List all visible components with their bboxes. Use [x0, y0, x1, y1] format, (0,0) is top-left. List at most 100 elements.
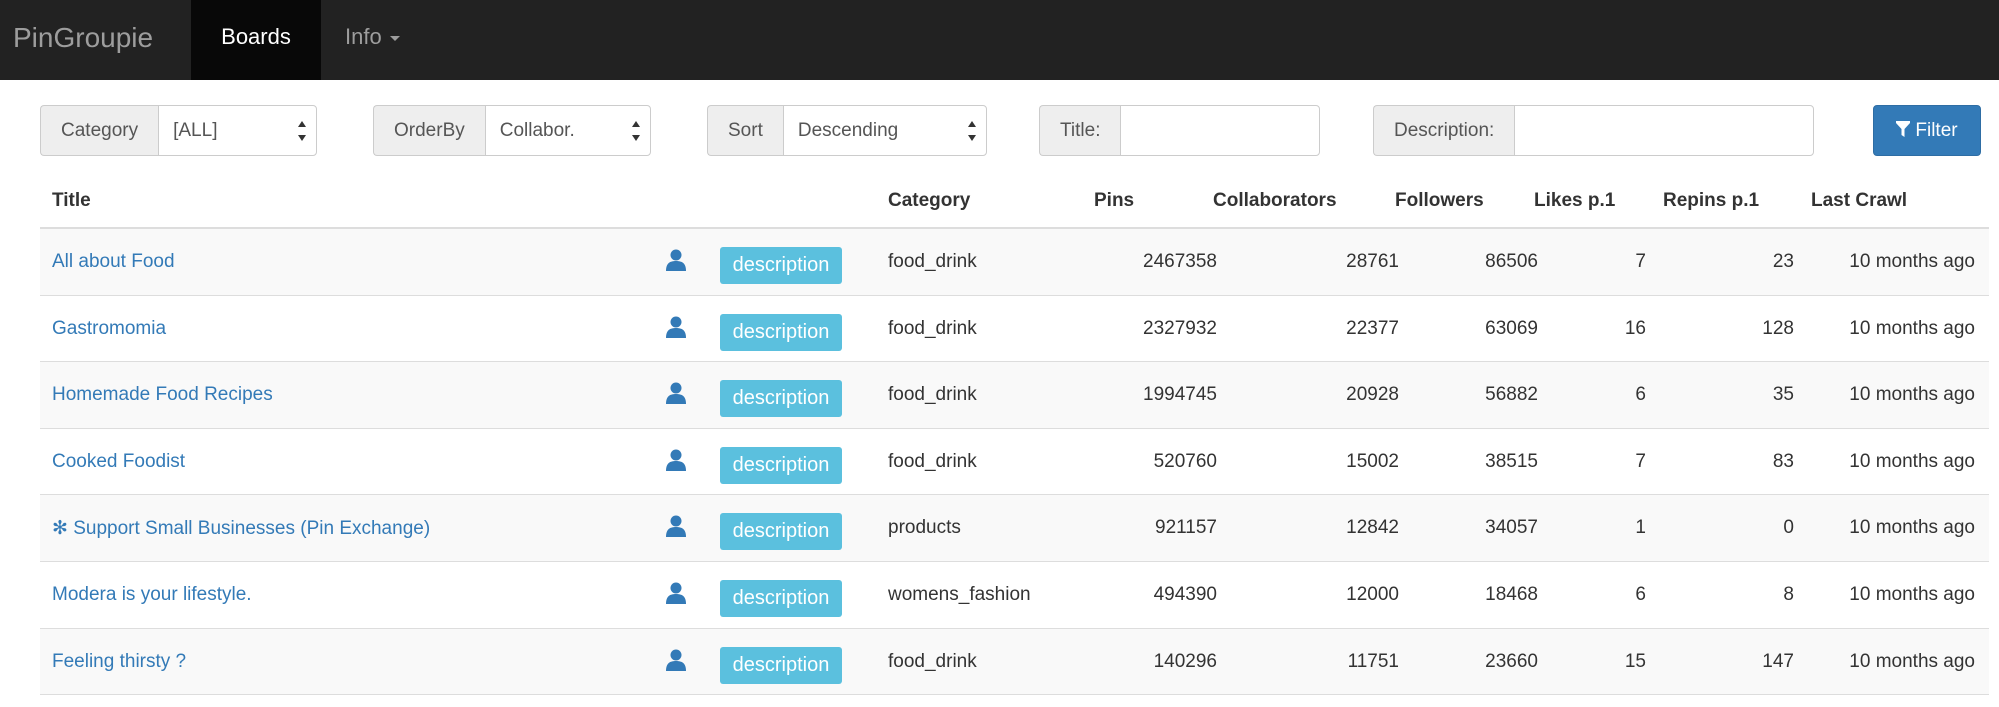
table-row: ✻ Support Small Businesses (Pin Exchange…	[40, 495, 1989, 562]
table-header: Title Category Pins Collaborators Follow…	[40, 176, 1989, 229]
table-row: Homemade Food Recipes description food_d…	[40, 362, 1989, 429]
last-crawl-cell: 10 months ago	[1849, 450, 1975, 472]
orderby-label: OrderBy	[373, 105, 485, 156]
orderby-filter: OrderBy Collabor.	[373, 105, 651, 156]
collaborators-cell: 11751	[1347, 650, 1399, 672]
category-cell: food_drink	[888, 251, 977, 272]
user-icon[interactable]	[666, 582, 686, 604]
followers-cell: 56882	[1485, 384, 1538, 406]
user-icon[interactable]	[666, 316, 686, 338]
user-icon[interactable]	[666, 449, 686, 471]
header-likes[interactable]: Likes p.1	[1534, 190, 1615, 212]
category-filter: Category [ALL]	[40, 105, 318, 156]
last-crawl-cell: 10 months ago	[1849, 317, 1975, 339]
followers-cell: 38515	[1485, 450, 1538, 472]
description-badge[interactable]: description	[720, 446, 842, 484]
title-filter-label: Title:	[1039, 105, 1121, 156]
repins-cell: 0	[1783, 517, 1794, 539]
sort-select[interactable]: Descending	[782, 105, 987, 156]
last-crawl-cell: 10 months ago	[1849, 251, 1975, 272]
description-filter: Description:	[1373, 105, 1815, 156]
description-filter-label: Description:	[1373, 105, 1515, 156]
category-cell: food_drink	[888, 450, 977, 472]
collaborators-cell: 22377	[1346, 317, 1399, 339]
table-row: All about Food description food_drink 24…	[40, 229, 1989, 296]
category-cell: food_drink	[888, 317, 977, 339]
nav-item-info[interactable]: Info	[345, 0, 400, 80]
collaborators-cell: 28761	[1346, 251, 1399, 272]
description-badge[interactable]: description	[720, 380, 842, 418]
user-icon[interactable]	[666, 249, 686, 271]
user-icon[interactable]	[666, 515, 686, 538]
category-label: Category	[40, 105, 159, 156]
description-badge[interactable]: description	[720, 646, 842, 684]
board-title-link[interactable]: Modera is your lifestyle.	[52, 584, 252, 606]
title-input[interactable]	[1120, 105, 1321, 156]
description-input[interactable]	[1514, 105, 1815, 156]
user-icon[interactable]	[666, 649, 686, 671]
header-last-crawl[interactable]: Last Crawl	[1811, 190, 1907, 212]
followers-cell: 63069	[1485, 317, 1538, 339]
repins-cell: 83	[1772, 450, 1794, 472]
category-cell: food_drink	[888, 384, 977, 406]
likes-cell: 7	[1635, 450, 1646, 472]
pins-cell: 140296	[1153, 650, 1217, 672]
board-title-link[interactable]: Homemade Food Recipes	[52, 384, 273, 406]
header-followers[interactable]: Followers	[1395, 190, 1484, 212]
category-cell: food_drink	[888, 650, 977, 672]
header-collaborators[interactable]: Collaborators	[1213, 190, 1337, 212]
followers-cell: 18468	[1485, 583, 1538, 605]
header-title[interactable]: Title	[52, 190, 91, 212]
board-title-link[interactable]: ✻ Support Small Businesses (Pin Exchange…	[52, 517, 430, 540]
select-arrows-icon	[298, 121, 307, 141]
orderby-select-value: Collabor.	[499, 120, 575, 141]
collaborators-cell: 20928	[1346, 384, 1399, 406]
board-title-link[interactable]: Cooked Foodist	[52, 451, 185, 473]
description-badge[interactable]: description	[720, 247, 842, 284]
last-crawl-cell: 10 months ago	[1849, 384, 1975, 406]
collaborators-cell: 12842	[1346, 517, 1399, 539]
followers-cell: 34057	[1485, 517, 1538, 539]
pins-cell: 494390	[1153, 583, 1217, 605]
top-navbar: PinGroupie Boards Info	[0, 0, 1999, 80]
boards-table: Title Category Pins Collaborators Follow…	[40, 176, 1989, 696]
repins-cell: 23	[1772, 251, 1794, 272]
description-badge[interactable]: description	[720, 313, 842, 351]
sort-select-value: Descending	[797, 120, 899, 141]
board-title-link[interactable]: Gastromomia	[52, 318, 166, 340]
description-badge[interactable]: description	[720, 513, 842, 551]
last-crawl-cell: 10 months ago	[1849, 583, 1975, 605]
pins-cell: 2327932	[1143, 317, 1217, 339]
repins-cell: 35	[1772, 384, 1794, 406]
orderby-select[interactable]: Collabor.	[484, 105, 651, 156]
pins-cell: 1994745	[1143, 384, 1217, 406]
category-select[interactable]: [ALL]	[158, 105, 318, 156]
filter-button[interactable]: Filter	[1873, 105, 1981, 156]
header-category[interactable]: Category	[888, 190, 970, 212]
board-title-link[interactable]: All about Food	[52, 251, 175, 273]
nav-item-boards[interactable]: Boards	[191, 0, 321, 80]
collaborators-cell: 15002	[1346, 450, 1399, 472]
table-row: Feeling thirsty ? description food_drink…	[40, 628, 1989, 696]
select-arrows-icon	[967, 121, 976, 141]
likes-cell: 15	[1624, 650, 1646, 672]
collaborators-cell: 12000	[1346, 583, 1399, 605]
caret-down-icon	[389, 35, 400, 41]
followers-cell: 86506	[1485, 251, 1538, 272]
table-row: Modera is your lifestyle. description wo…	[40, 562, 1989, 629]
sort-label: Sort	[707, 105, 783, 156]
board-title-link[interactable]: Feeling thirsty ?	[52, 651, 186, 673]
brand-logo[interactable]: PinGroupie	[13, 0, 153, 80]
table-row: Gastromomia description food_drink 23279…	[40, 296, 1989, 363]
header-pins[interactable]: Pins	[1094, 190, 1134, 212]
pins-cell: 520760	[1153, 450, 1217, 472]
description-badge[interactable]: description	[720, 579, 842, 617]
user-icon[interactable]	[666, 382, 686, 405]
filter-button-label: Filter	[1915, 120, 1958, 141]
repins-cell: 8	[1783, 583, 1794, 605]
header-repins[interactable]: Repins p.1	[1663, 190, 1759, 212]
table-row: Cooked Foodist description food_drink 52…	[40, 429, 1989, 496]
likes-cell: 1	[1635, 517, 1646, 539]
table-body: All about Food description food_drink 24…	[40, 229, 1989, 696]
likes-cell: 6	[1635, 384, 1646, 406]
